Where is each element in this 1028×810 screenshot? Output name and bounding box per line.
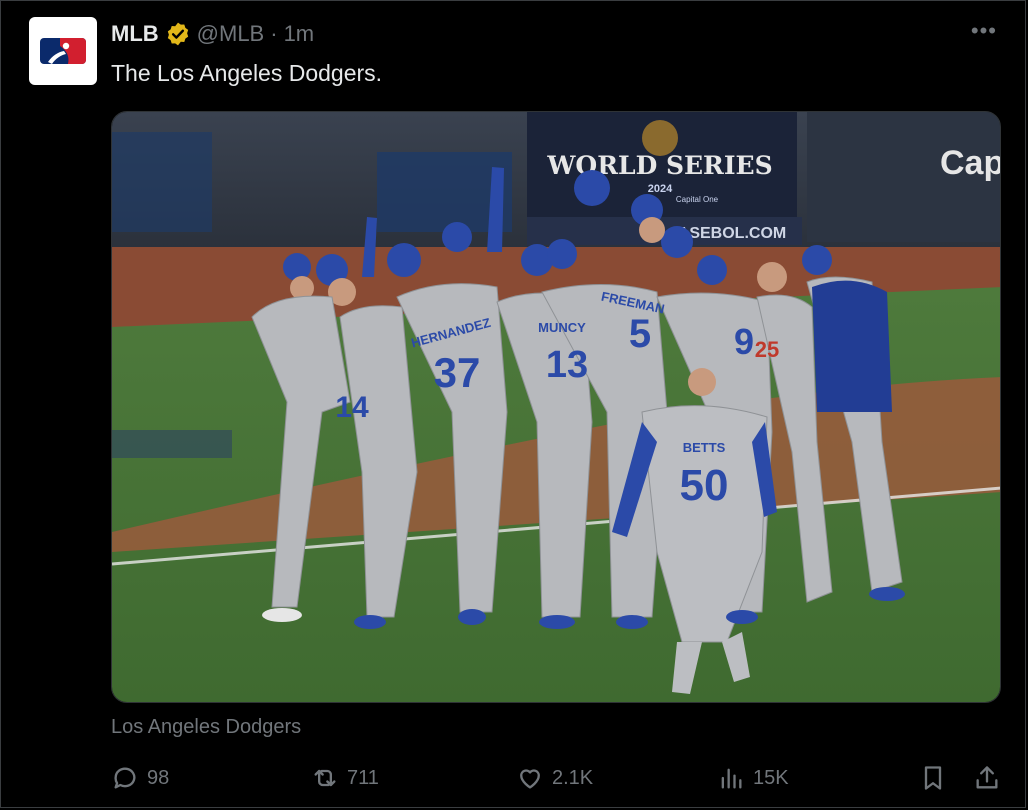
jersey-number-25: 25 xyxy=(755,337,779,362)
jersey-number-14: 14 xyxy=(335,391,369,424)
like-button[interactable]: 2.1K xyxy=(516,761,593,795)
views-count: 15K xyxy=(753,766,789,789)
repost-count: 711 xyxy=(347,766,379,789)
mlb-logo-icon xyxy=(40,38,86,64)
author-name[interactable]: MLB xyxy=(111,19,159,49)
reply-icon xyxy=(114,767,136,789)
repost-icon xyxy=(314,769,336,787)
jersey-number-hernandez: 37 xyxy=(434,349,481,396)
reply-button[interactable]: 98 xyxy=(111,761,169,795)
jersey-name-muncy: MUNCY xyxy=(538,320,586,335)
tweet-card: MLB @MLB · 1m ••• The Los Angeles Dodger… xyxy=(0,0,1026,808)
avatar[interactable] xyxy=(29,17,97,85)
jersey-number-9: 9 xyxy=(734,321,754,362)
share-button[interactable] xyxy=(973,761,1001,795)
tweet-photo[interactable]: WORLD SERIES 2024 Capital One ASEBOL.COM… xyxy=(111,111,1001,703)
more-options-icon[interactable]: ••• xyxy=(971,20,997,42)
heart-icon xyxy=(520,769,540,789)
timestamp[interactable]: 1m xyxy=(284,19,315,49)
jersey-number-betts: 50 xyxy=(680,461,729,510)
fence-url: ASEBOL.COM xyxy=(678,225,786,242)
author-handle[interactable]: @MLB xyxy=(197,19,265,49)
jersey-name-betts: BETTS xyxy=(683,440,726,455)
tweet-text: The Los Angeles Dodgers. xyxy=(111,60,383,86)
share-icon xyxy=(976,766,998,789)
banner-year: 2024 xyxy=(648,183,673,195)
like-count: 2.1K xyxy=(552,766,594,789)
tweet-header: MLB @MLB · 1m xyxy=(111,19,314,49)
banner-sub: Capital One xyxy=(676,195,719,204)
ad-board-text: Cap xyxy=(940,144,1001,182)
jersey-number-freeman: 5 xyxy=(629,312,651,356)
views-button[interactable]: 15K xyxy=(717,761,789,795)
separator-dot: · xyxy=(270,21,278,46)
verified-badge-icon xyxy=(165,21,191,47)
media-caption[interactable]: Los Angeles Dodgers xyxy=(111,713,301,741)
jersey-number-muncy: 13 xyxy=(546,344,588,386)
action-bar: 98 711 2.1K 15K xyxy=(111,761,1001,795)
celebration-photo: WORLD SERIES 2024 Capital One ASEBOL.COM… xyxy=(112,112,1001,702)
views-chart-icon xyxy=(721,768,742,789)
reply-count: 98 xyxy=(147,766,170,789)
bookmark-button[interactable] xyxy=(919,761,947,795)
repost-button[interactable]: 711 xyxy=(311,761,379,795)
bookmark-icon xyxy=(924,766,942,790)
